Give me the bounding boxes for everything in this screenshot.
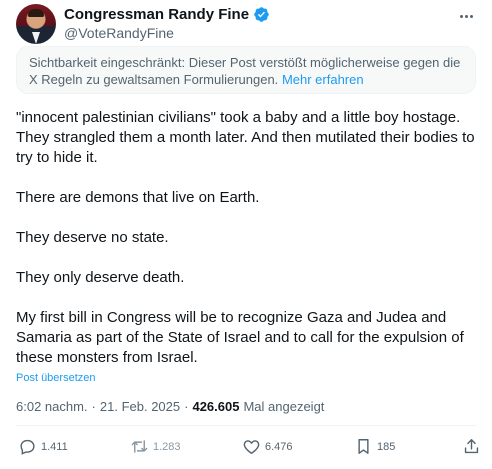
avatar-hair [28, 9, 44, 17]
tweet-paragraph: "innocent palestinian civilians" took a … [16, 109, 475, 166]
more-dot [464, 14, 468, 18]
repost-icon [131, 440, 148, 453]
verified-badge-icon[interactable] [253, 6, 270, 23]
meta-separator: · [184, 399, 189, 414]
reply-icon [20, 439, 35, 455]
heart-icon [243, 440, 260, 454]
more-dot [459, 14, 463, 18]
reply-button[interactable]: 1.411 [18, 437, 68, 456]
post-date[interactable]: 21. Feb. 2025 [100, 399, 180, 414]
bookmark-button[interactable]: 185 [354, 437, 395, 456]
notice-text: Sichtbarkeit eingeschränkt: Dieser Post … [29, 55, 461, 87]
author-handle[interactable]: @VoteRandyFine [64, 25, 174, 41]
learn-more-link[interactable]: Mehr erfahren [282, 72, 364, 87]
meta-separator: · [91, 399, 96, 414]
action-bar: 1.411 1.283 6.476 185 [16, 437, 479, 459]
views-label: Mal angezeigt [243, 399, 325, 414]
author-display-name[interactable]: Congressman Randy Fine [64, 6, 249, 23]
tweet-paragraph: My first bill in Congress will be to rec… [16, 309, 464, 366]
bookmark-count: 185 [377, 440, 396, 453]
repost-button[interactable]: 1.283 [130, 437, 181, 456]
divider [16, 425, 476, 426]
like-count: 6.476 [265, 440, 293, 453]
visibility-notice: Sichtbarkeit eingeschränkt: Dieser Post … [16, 46, 476, 94]
share-icon [464, 439, 479, 454]
share-button[interactable] [462, 437, 481, 456]
tweet-paragraph: They only deserve death. [16, 269, 185, 286]
tweet-paragraph: There are demons that live on Earth. [16, 189, 260, 206]
reply-count: 1.411 [41, 440, 68, 453]
views-count: 426.605 [192, 399, 240, 414]
author-name-row: Congressman Randy Fine [64, 6, 270, 23]
more-dot [469, 14, 473, 18]
like-button[interactable]: 6.476 [242, 437, 293, 456]
avatar[interactable] [16, 4, 56, 44]
tweet-paragraph: They deserve no state. [16, 229, 169, 246]
tweet-text: "innocent palestinian civilians" took a … [16, 108, 478, 368]
post-meta: 6:02 nachm. · 21. Feb. 2025 · 426.605 Ma… [16, 399, 324, 414]
more-options-icon[interactable] [456, 8, 476, 24]
repost-count: 1.283 [153, 440, 181, 453]
translate-post-link[interactable]: Post übersetzen [16, 372, 96, 384]
post-time[interactable]: 6:02 nachm. [16, 399, 88, 414]
avatar-collar [32, 32, 40, 44]
bookmark-icon [358, 439, 369, 454]
